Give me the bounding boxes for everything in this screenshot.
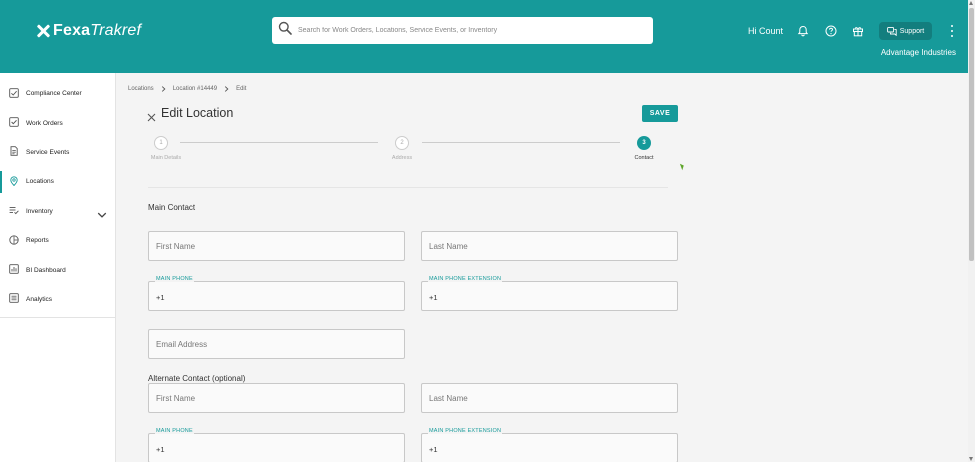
more-options-icon[interactable] xyxy=(949,25,955,37)
logo-text-bold: Fexa xyxy=(53,22,91,39)
field-value: +1 xyxy=(429,445,438,454)
breadcrumb-location-id[interactable]: Location #14449 xyxy=(173,86,217,92)
field-placeholder: Email Address xyxy=(156,340,208,349)
bar-chart-icon xyxy=(9,261,19,279)
sidebar: Compliance Center Work Orders Service Ev… xyxy=(0,73,116,462)
global-search[interactable] xyxy=(272,17,653,44)
logo-x-icon xyxy=(36,24,50,38)
sidebar-item-inventory[interactable]: Inventory xyxy=(0,197,116,226)
main-first-name-field[interactable]: First Name xyxy=(148,231,405,261)
sidebar-item-label: Analytics xyxy=(26,295,53,303)
step-2-circle[interactable]: 2 xyxy=(395,136,409,150)
page-scrollbar[interactable] xyxy=(968,0,975,462)
help-icon[interactable] xyxy=(825,25,837,37)
step-connector xyxy=(180,142,378,143)
company-name[interactable]: Advantage Industries xyxy=(881,48,956,57)
sidebar-nav: Compliance Center Work Orders Service Ev… xyxy=(0,79,116,314)
field-value: +1 xyxy=(156,293,165,302)
support-label: Support xyxy=(899,27,925,35)
scroll-down-arrow-icon[interactable] xyxy=(969,457,973,461)
breadcrumb-locations[interactable]: Locations xyxy=(128,86,154,92)
alternate-contact-heading: Alternate Contact (optional) xyxy=(148,374,246,383)
field-placeholder: First Name xyxy=(156,394,196,403)
bell-icon[interactable] xyxy=(797,25,809,37)
chevron-right-icon xyxy=(161,86,166,92)
field-placeholder: Last Name xyxy=(429,394,468,403)
field-label: MAIN PHONE EXTENSION xyxy=(428,276,503,282)
field-label: MAIN PHONE EXTENSION xyxy=(428,428,503,434)
step-3-label: Contact xyxy=(634,155,654,161)
sidebar-item-compliance-center[interactable]: Compliance Center xyxy=(0,79,116,108)
field-label: MAIN PHONE xyxy=(155,428,194,434)
field-placeholder: First Name xyxy=(156,242,196,251)
close-icon[interactable] xyxy=(147,109,156,122)
location-pin-icon xyxy=(9,173,19,191)
sidebar-item-label: Inventory xyxy=(26,207,53,215)
chevron-right-icon xyxy=(224,86,229,92)
breadcrumb: Locations Location #14449 Edit xyxy=(128,86,246,92)
scroll-thumb[interactable] xyxy=(969,8,974,261)
step-1-circle[interactable]: 1 xyxy=(154,136,168,150)
chevron-down-icon[interactable] xyxy=(97,207,107,218)
alt-phone-field[interactable]: MAIN PHONE +1 xyxy=(148,428,405,462)
sidebar-item-label: BI Dashboard xyxy=(26,266,66,274)
work-orders-icon xyxy=(9,114,19,132)
main-email-field[interactable]: Email Address xyxy=(148,329,405,359)
sidebar-item-work-orders[interactable]: Work Orders xyxy=(0,108,116,137)
mouse-cursor-icon xyxy=(679,162,686,171)
field-value: +1 xyxy=(156,445,165,454)
scroll-up-arrow-icon[interactable] xyxy=(969,1,973,5)
sidebar-item-label: Reports xyxy=(26,237,49,245)
sidebar-item-label: Locations xyxy=(26,178,54,186)
field-value: +1 xyxy=(429,293,438,302)
search-input[interactable] xyxy=(298,27,638,34)
sidebar-item-reports[interactable]: Reports xyxy=(0,226,116,255)
sidebar-divider xyxy=(0,317,116,318)
main-phone-extension-field[interactable]: MAIN PHONE EXTENSION +1 xyxy=(421,276,678,311)
sidebar-item-locations[interactable]: Locations xyxy=(0,167,116,196)
chat-icon xyxy=(886,26,897,36)
breadcrumb-edit: Edit xyxy=(236,86,247,92)
sidebar-item-label: Work Orders xyxy=(26,119,63,127)
main-phone-field[interactable]: MAIN PHONE +1 xyxy=(148,276,405,311)
step-3-circle[interactable]: 3 xyxy=(637,136,651,150)
step-1-label: Main Details xyxy=(150,155,182,161)
sidebar-item-analytics[interactable]: Analytics xyxy=(0,285,116,314)
search-icon xyxy=(278,21,292,40)
section-divider xyxy=(148,187,668,188)
reports-icon xyxy=(9,232,19,250)
sidebar-item-bi-dashboard[interactable]: BI Dashboard xyxy=(0,255,116,284)
main-last-name-field[interactable]: Last Name xyxy=(421,231,678,261)
page-title: Edit Location xyxy=(161,106,234,120)
top-header: FexaTrakref Hi Count Support Advantage I… xyxy=(0,0,968,73)
field-placeholder: Last Name xyxy=(429,242,468,251)
document-icon xyxy=(9,143,19,161)
sidebar-item-label: Service Events xyxy=(26,148,70,156)
app-logo[interactable]: FexaTrakref xyxy=(36,22,141,40)
alt-last-name-field[interactable]: Last Name xyxy=(421,383,678,413)
sidebar-item-service-events[interactable]: Service Events xyxy=(0,138,116,167)
sidebar-item-label: Compliance Center xyxy=(26,90,82,98)
compliance-icon xyxy=(9,85,19,103)
user-greeting[interactable]: Hi Count xyxy=(748,26,783,36)
inventory-icon xyxy=(9,202,19,220)
step-connector xyxy=(422,142,620,143)
save-button[interactable]: SAVE xyxy=(642,105,678,122)
logo-text-light: Trakref xyxy=(90,22,142,39)
main-contact-heading: Main Contact xyxy=(148,203,196,212)
gift-icon[interactable] xyxy=(852,25,864,37)
field-label: MAIN PHONE xyxy=(155,276,194,282)
step-2-label: Address xyxy=(391,155,413,161)
analytics-icon xyxy=(9,290,19,308)
alt-phone-extension-field[interactable]: MAIN PHONE EXTENSION +1 xyxy=(421,428,678,462)
support-button[interactable]: Support xyxy=(879,22,932,40)
alt-first-name-field[interactable]: First Name xyxy=(148,383,405,413)
